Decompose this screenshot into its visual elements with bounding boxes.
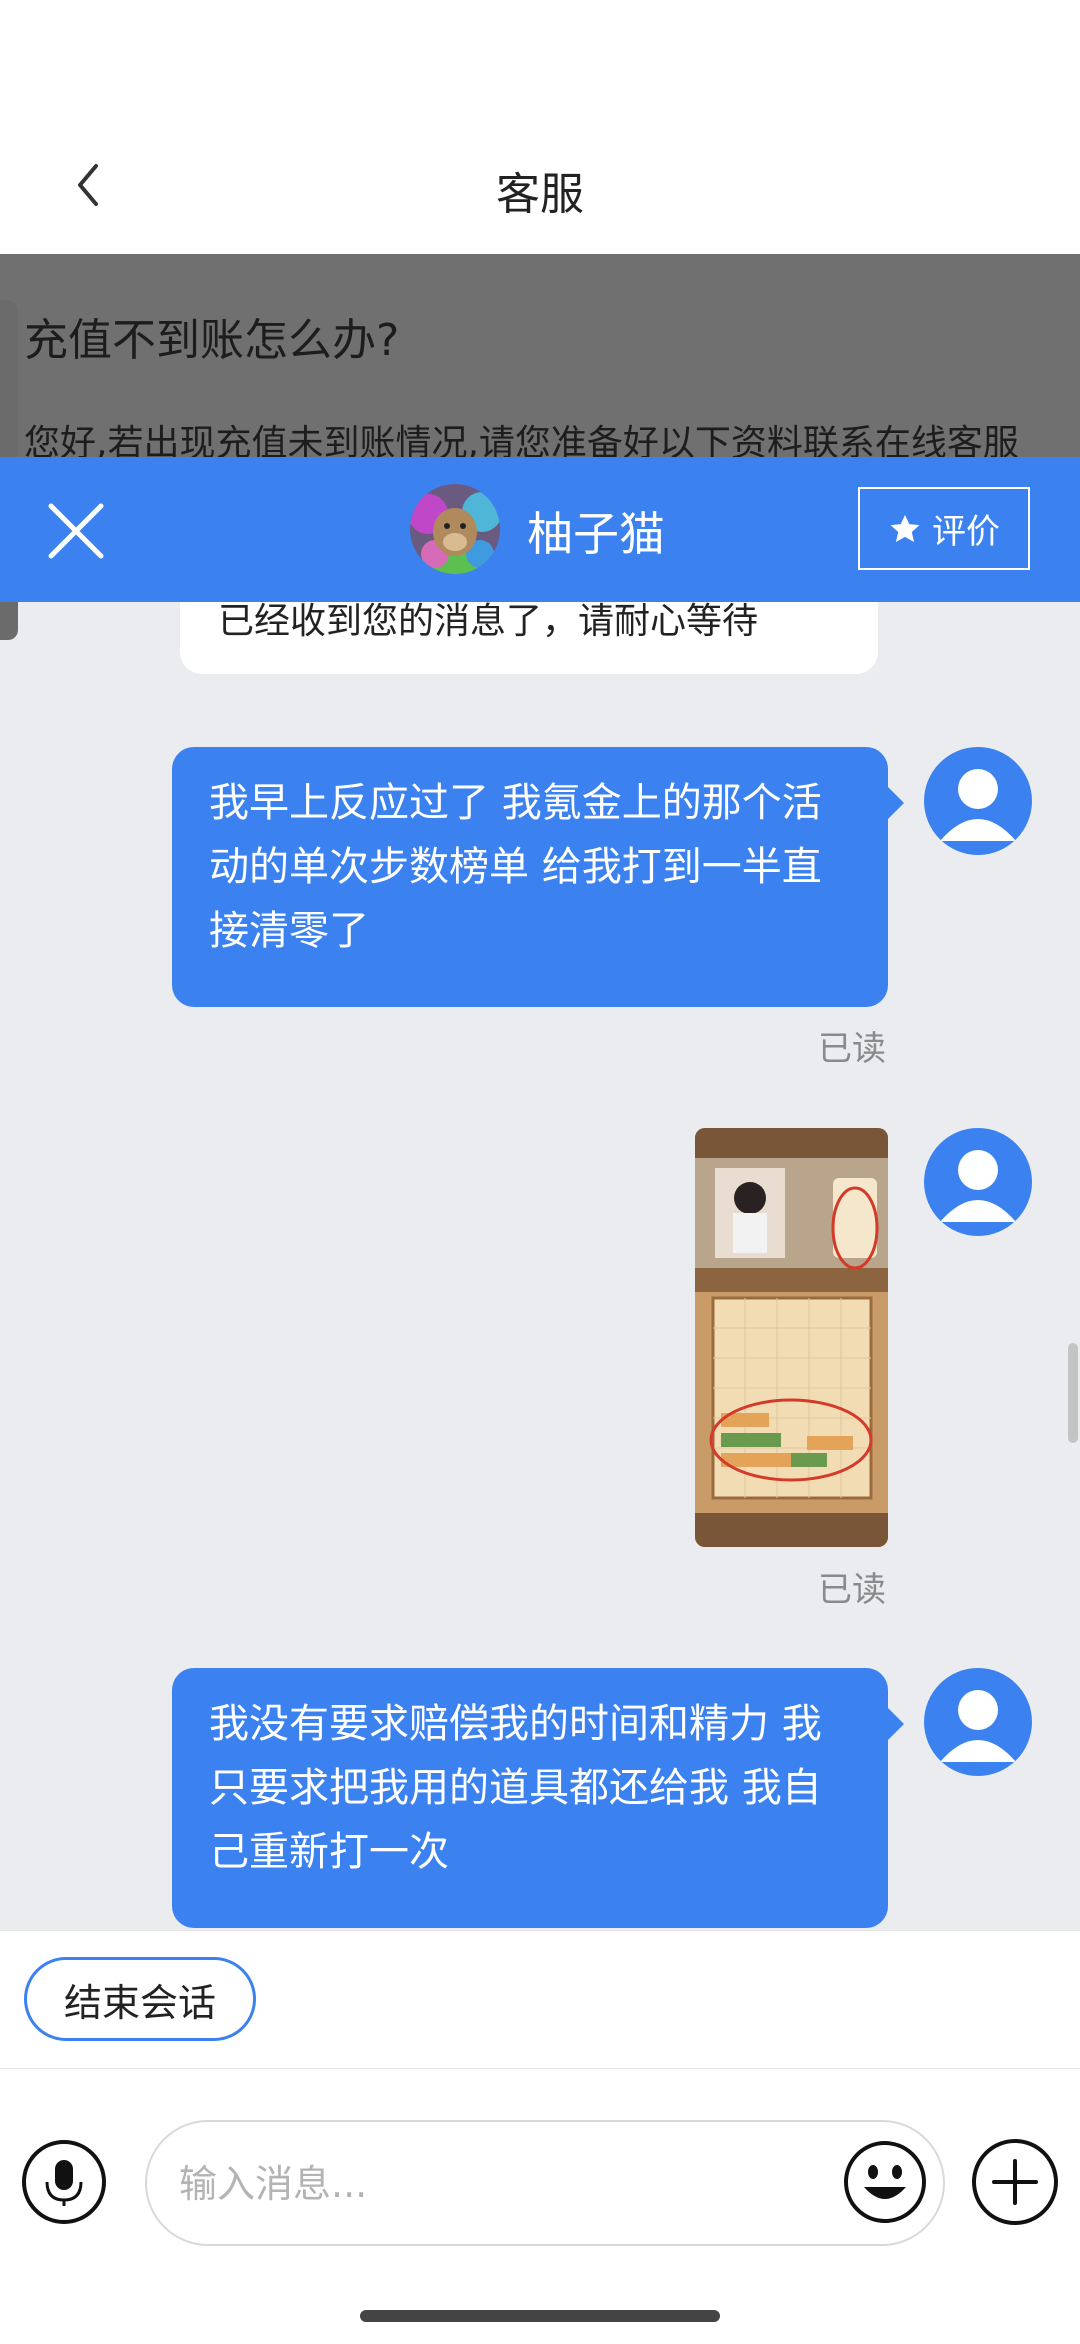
message-input-field[interactable]	[177, 2152, 841, 2216]
microphone-icon[interactable]	[22, 2140, 106, 2224]
message-text: 已经收到您的消息了，请耐心等待	[218, 602, 759, 642]
end-session-button[interactable]: 结束会话	[24, 1957, 256, 2041]
user-avatar	[924, 1668, 1032, 1776]
home-indicator[interactable]	[360, 2310, 720, 2322]
read-status: 已读	[818, 1029, 886, 1069]
message-line: 我早上反应过了 我氪金上的那个活	[209, 780, 822, 826]
read-status: 已读	[818, 1570, 886, 1610]
plus-icon[interactable]	[972, 2139, 1058, 2225]
message-line: 只要求把我用的道具都还给我 我自	[209, 1765, 822, 1811]
rate-label: 评价	[932, 512, 1000, 552]
image-message[interactable]	[695, 1128, 888, 1547]
message-line: 己重新打一次	[209, 1829, 449, 1875]
user-avatar	[924, 747, 1032, 855]
close-icon[interactable]	[45, 500, 107, 562]
user-avatar	[924, 1128, 1032, 1236]
user-message-bubble: 我早上反应过了 我氪金上的那个活 动的单次步数榜单 给我打到一半直 接清零了	[172, 747, 904, 1007]
rate-button[interactable]: 评价	[858, 487, 1030, 570]
message-input[interactable]	[145, 2120, 945, 2246]
message-line: 我没有要求赔偿我的时间和精力 我	[209, 1701, 822, 1747]
message-line: 动的单次步数榜单 给我打到一半直	[209, 844, 822, 890]
bubble-tail	[888, 787, 904, 819]
bubble-tail	[888, 1708, 904, 1740]
message-line: 接清零了	[209, 908, 369, 954]
agent-name: 柚子猫	[527, 507, 665, 561]
star-icon	[890, 514, 920, 542]
chat-scrollbar[interactable]	[1068, 1343, 1078, 1443]
emoji-icon[interactable]	[842, 2139, 928, 2225]
faq-question: 充值不到账怎么办?	[24, 315, 400, 366]
user-message-bubble: 我没有要求赔偿我的时间和精力 我 只要求把我用的道具都还给我 我自 己重新打一次	[172, 1668, 904, 1928]
faq-answer: 您好,若出现充值未到账情况,请您准备好以下资料联系在线客服	[24, 423, 1019, 457]
agent-message-bubble: 已经收到您的消息了，请耐心等待	[180, 602, 878, 674]
page-title: 客服	[496, 169, 584, 220]
faq-panel[interactable]: 充值不到账怎么办? 您好,若出现充值未到账情况,请您准备好以下资料联系在线客服	[0, 254, 1080, 457]
agent-avatar	[410, 484, 500, 574]
